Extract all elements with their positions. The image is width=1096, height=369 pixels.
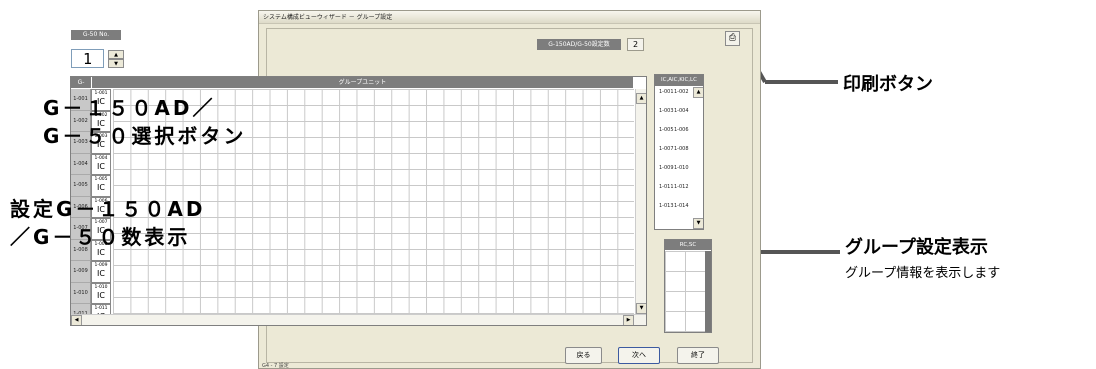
unit-type: IC <box>97 290 105 300</box>
g50-number-label: G-50 No. <box>71 30 121 40</box>
scroll-left-button[interactable]: ◀ <box>71 315 82 325</box>
annotation-group-display-sub: グループ情報を表示します <box>845 266 1001 281</box>
status-bar: G4 - 7 設定 <box>262 363 289 369</box>
list-item[interactable]: 1-003 <box>659 108 674 114</box>
scroll-right-button[interactable]: ▶ <box>623 315 634 325</box>
unit-cell[interactable]: 1-004 IC <box>91 153 111 175</box>
print-button[interactable]: ⎙ <box>725 31 740 46</box>
group-number-cell[interactable]: 1-004 <box>71 153 91 175</box>
group-number-cell[interactable]: 1-010 <box>71 282 91 304</box>
unit-cell[interactable]: 1-009 IC <box>91 261 111 283</box>
g50-spin-up-button[interactable]: ▲ <box>108 50 124 59</box>
window-title: システム構成ビューウィザード － グループ設定 <box>259 11 760 24</box>
list-item[interactable]: 1-012 <box>674 184 689 190</box>
annotation-print-button: 印刷ボタン <box>843 74 933 95</box>
unit-type: IC <box>97 161 105 171</box>
unit-cell[interactable]: 1-010 IC <box>91 282 111 304</box>
g50-number-field[interactable]: 1 <box>71 49 104 68</box>
unit-address: 1-010 <box>94 284 108 290</box>
list-item[interactable]: 1-002 <box>674 89 689 95</box>
next-button[interactable]: 次へ <box>618 347 660 364</box>
list-item[interactable]: 1-008 <box>674 146 689 152</box>
unit-address: 1-009 <box>94 263 108 268</box>
unit-address: 1-005 <box>94 177 108 182</box>
table-row[interactable]: 1-009 1-009 IC <box>71 261 361 283</box>
annotation-group-display: グループ設定表示 <box>845 237 988 258</box>
annotation-select-line2: G－５０選択ボタン <box>43 124 247 148</box>
indoor-unit-list-header: IC,AIC,KIC,LC <box>655 75 703 86</box>
list-scroll-up-button[interactable]: ▲ <box>693 87 703 98</box>
group-number-cell[interactable]: 1-009 <box>71 261 91 283</box>
g50-spin-down-button[interactable]: ▼ <box>108 59 124 68</box>
grid-horizontal-scrollbar[interactable]: ◀ ▶ <box>71 314 646 325</box>
count-label: G-150AD/G-50設定数 <box>537 39 621 50</box>
list-item[interactable]: 1-004 <box>674 108 689 114</box>
unit-type: IC <box>97 269 105 278</box>
list-item[interactable]: 1-011 <box>659 184 674 190</box>
triangle-down-icon: ▼ <box>114 61 118 67</box>
table-row[interactable]: 1-010 1-010 IC <box>71 282 361 304</box>
grid-header-group: G- <box>71 77 91 88</box>
remote-controller-cells <box>665 251 705 332</box>
list-item[interactable]: 1-006 <box>674 127 689 133</box>
back-button[interactable]: 戻る <box>565 347 602 364</box>
remote-controller-scrollbar[interactable] <box>705 251 711 332</box>
grid-header-units: グループユニット <box>92 77 633 88</box>
printer-icon: ⎙ <box>728 33 737 43</box>
list-item[interactable]: 1-001 <box>659 89 674 95</box>
grid-vertical-scrollbar[interactable]: ▲ ▼ <box>635 89 646 314</box>
list-item[interactable]: 1-009 <box>659 165 674 171</box>
triangle-up-icon: ▲ <box>114 52 118 58</box>
remote-controller-list[interactable]: RC,SC <box>664 239 712 333</box>
scroll-up-button[interactable]: ▲ <box>636 93 646 104</box>
list-item[interactable]: 1-010 <box>674 165 689 171</box>
scroll-down-button[interactable]: ▼ <box>636 303 646 314</box>
list-scroll-down-button[interactable]: ▼ <box>693 218 703 229</box>
indoor-unit-list[interactable]: IC,AIC,KIC,LC 1-001 1-002 1-003 1-004 1-005 1… <box>654 74 704 230</box>
exit-button[interactable]: 終了 <box>677 347 719 364</box>
list-item[interactable]: 1-007 <box>659 146 674 152</box>
count-value: 2 <box>627 38 644 51</box>
remote-controller-list-header: RC,SC <box>665 240 711 250</box>
unit-address: 1-011 <box>94 306 108 311</box>
table-row[interactable]: 1-004 1-004 IC <box>71 153 361 175</box>
annotation-count-line1: 設定G－１５０AD <box>10 197 206 221</box>
annotation-select-line1: G－１５０AD／ <box>43 96 216 120</box>
list-item[interactable]: 1-013 <box>659 203 674 209</box>
annotation-count-line2: ／G－５０数表示 <box>10 225 191 249</box>
list-item[interactable]: 1-014 <box>674 203 689 209</box>
unit-address: 1-004 <box>94 155 108 161</box>
list-item[interactable]: 1-005 <box>659 127 674 133</box>
unit-type: IC <box>97 183 105 192</box>
